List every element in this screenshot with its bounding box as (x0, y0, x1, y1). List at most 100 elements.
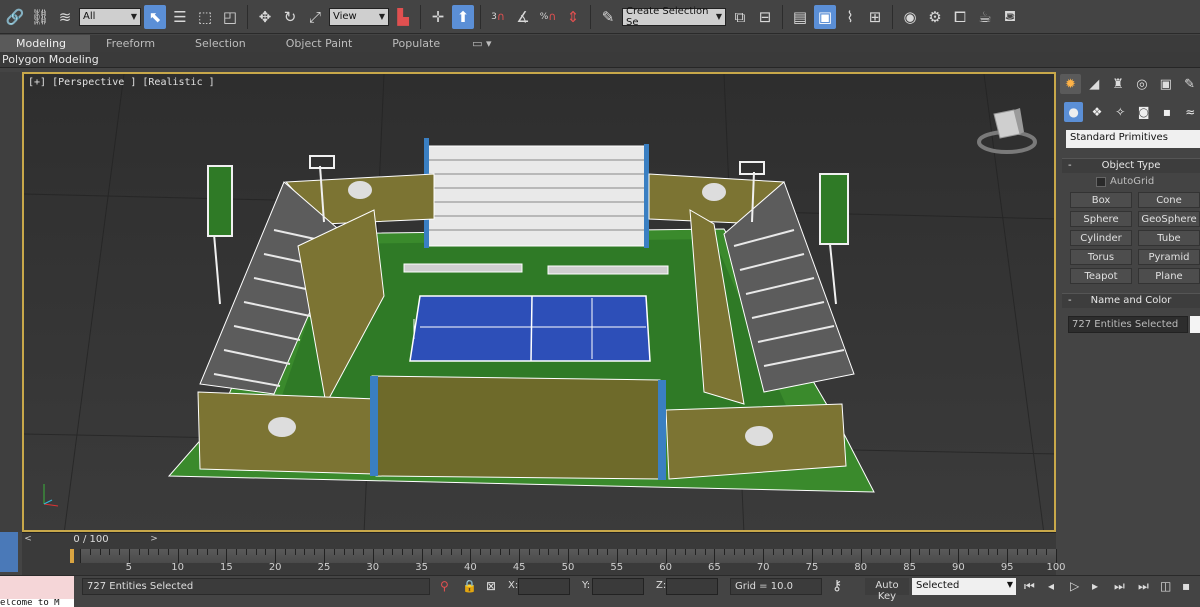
render-setup-icon[interactable]: ⚙ (924, 5, 946, 29)
perspective-viewport[interactable]: [+] [Perspective ] [Realistic ] (22, 72, 1056, 532)
curve-editor-icon[interactable]: ⌇ (839, 5, 861, 29)
primitive-type-dropdown[interactable]: Standard Primitives (1066, 130, 1200, 148)
material-editor-icon[interactable]: ◉ (899, 5, 921, 29)
time-configuration-icon[interactable]: ◫ (1160, 579, 1171, 593)
tab-populate[interactable]: Populate (376, 35, 464, 52)
unlink-icon[interactable]: ⛓ (29, 5, 51, 29)
time-slider-next[interactable]: > (148, 534, 160, 546)
go-to-start-icon[interactable]: ⏮ (1024, 579, 1035, 594)
previous-frame-icon[interactable]: ◂ (1048, 579, 1054, 593)
scale-icon[interactable]: ⤢ (304, 5, 326, 29)
modify-tab-icon[interactable]: ◢ (1084, 74, 1105, 94)
align-icon[interactable]: ⊟ (754, 5, 776, 29)
key-mode-icon[interactable]: ⏭ (1138, 579, 1149, 594)
geometry-icon[interactable]: ● (1064, 102, 1084, 122)
tube-button[interactable]: Tube (1138, 230, 1200, 246)
auto-key-button[interactable]: Auto Key (865, 578, 909, 602)
rotate-icon[interactable]: ↻ (279, 5, 301, 29)
key-filter-dropdown[interactable]: Selected ▼ (912, 578, 1016, 595)
pivot-center-icon[interactable]: ▙ (392, 5, 414, 29)
keyboard-shortcut-override-icon[interactable]: ⬆ (452, 4, 474, 29)
angle-snap-icon[interactable]: ∡ (512, 5, 534, 29)
schematic-view-icon[interactable]: ⊞ (864, 5, 886, 29)
percent-snap-icon[interactable]: % ∩ (537, 5, 559, 29)
next-frame-icon[interactable]: ▸ (1092, 579, 1098, 593)
more-playback-icon[interactable]: ▪ (1182, 579, 1190, 593)
transform-mode-icon[interactable]: ⊠ (486, 579, 496, 593)
box-button[interactable]: Box (1070, 192, 1132, 208)
time-slider-frame[interactable]: 0 / 100 (36, 533, 146, 547)
ribbon-options-icon[interactable]: ▭ ▾ (464, 35, 499, 52)
motion-tab-icon[interactable]: ◎ (1131, 74, 1152, 94)
rectangular-selection-icon[interactable]: ⬚ (194, 5, 216, 29)
viewport-label-menu[interactable]: [+] [Perspective ] [Realistic ] (28, 77, 215, 88)
tab-modeling[interactable]: Modeling (0, 35, 91, 52)
toggle-ribbon-icon[interactable]: ▣ (814, 4, 836, 29)
tab-object-paint[interactable]: Object Paint (270, 35, 377, 52)
window-crossing-icon[interactable]: ◰ (219, 5, 241, 29)
select-object-icon[interactable]: ⬉ (144, 4, 166, 29)
set-key-icon[interactable]: ⚷ (832, 578, 842, 594)
torus-button[interactable]: Torus (1070, 249, 1132, 265)
plane-button[interactable]: Plane (1138, 268, 1200, 284)
move-icon[interactable]: ✥ (254, 5, 276, 29)
mirror-icon[interactable]: ⧉ (729, 5, 751, 29)
select-manipulate-icon[interactable]: ✛ (427, 5, 449, 29)
shapes-icon[interactable]: ❖ (1087, 102, 1106, 122)
layer-explorer-icon[interactable]: ▤ (789, 5, 811, 29)
autogrid-toggle[interactable]: AutoGrid (1096, 176, 1154, 187)
autogrid-checkbox[interactable] (1096, 176, 1106, 187)
link-icon[interactable]: 🔗 (4, 5, 26, 29)
track-tick (109, 549, 111, 555)
geosphere-button[interactable]: GeoSphere (1138, 211, 1200, 227)
time-slider[interactable]: < 0 / 100 > (22, 532, 1056, 547)
tab-selection[interactable]: Selection (179, 35, 270, 52)
cone-button[interactable]: Cone (1138, 192, 1200, 208)
play-icon[interactable]: ▷ (1070, 579, 1079, 593)
maxscript-listener[interactable] (0, 576, 74, 600)
utilities-tab-icon[interactable]: ✎ (1179, 74, 1200, 94)
spinner-snap-icon[interactable]: ⇕ (562, 5, 584, 29)
cameras-icon[interactable]: ◙ (1134, 102, 1153, 122)
selection-filter-dropdown[interactable]: All ▼ (79, 7, 141, 26)
cylinder-button[interactable]: Cylinder (1070, 230, 1132, 246)
isolate-selection-icon[interactable]: ⚲ (440, 579, 449, 593)
helpers-icon[interactable]: ▪ (1157, 102, 1176, 122)
track-bar[interactable]: 5 10 15 20 25 30 35 40 45 50 55 60 65 70 75 80 85 90 95 100 (22, 547, 1066, 575)
reference-coordinate-dropdown[interactable]: View ▼ (329, 7, 389, 26)
tab-freeform[interactable]: Freeform (90, 35, 179, 52)
spacewarps-icon[interactable]: ≈ (1181, 102, 1200, 122)
render-production-icon[interactable]: ☕ (974, 5, 996, 29)
viewcube[interactable] (974, 102, 1040, 165)
object-type-rollout-header[interactable]: - Object Type (1062, 158, 1200, 173)
viewcube-icon[interactable] (974, 102, 1040, 162)
time-slider-prev[interactable]: < (22, 534, 34, 546)
teapot-button[interactable]: Teapot (1070, 268, 1132, 284)
z-coordinate-field[interactable] (666, 578, 718, 595)
track-strip[interactable] (70, 549, 1057, 563)
object-color-swatch[interactable] (1190, 316, 1200, 333)
go-to-end-icon[interactable]: ⏭ (1114, 579, 1125, 594)
select-by-name-icon[interactable]: ☰ (169, 5, 191, 29)
time-cursor[interactable] (70, 549, 74, 563)
maxscript-output[interactable]: elcome to M (0, 599, 74, 607)
bind-spacewarp-icon[interactable]: ≋ (54, 5, 76, 29)
lights-icon[interactable]: ✧ (1111, 102, 1130, 122)
x-coordinate-field[interactable] (518, 578, 570, 595)
polygon-modeling-label[interactable]: Polygon Modeling (2, 53, 99, 66)
name-and-color-rollout-header[interactable]: - Name and Color (1062, 293, 1200, 308)
hierarchy-tab-icon[interactable]: ♜ (1108, 74, 1129, 94)
object-name-field[interactable]: 727 Entities Selected (1068, 316, 1188, 333)
pyramid-button[interactable]: Pyramid (1138, 249, 1200, 265)
named-selection-dropdown[interactable]: Create Selection Se ▼ (622, 6, 726, 28)
snaps-toggle-icon[interactable]: 3 ∩ (487, 5, 509, 29)
rendered-frame-window-icon[interactable]: ⧠ (949, 5, 971, 29)
display-tab-icon[interactable]: ▣ (1155, 74, 1176, 94)
y-coordinate-field[interactable] (592, 578, 644, 595)
track-tick-label: 60 (659, 562, 672, 573)
edit-named-selection-icon[interactable]: ✎ (597, 5, 619, 29)
selection-lock-icon[interactable]: 🔒 (462, 579, 477, 593)
render-iterative-icon[interactable]: ⛾ (999, 5, 1021, 29)
sphere-button[interactable]: Sphere (1070, 211, 1132, 227)
create-tab-icon[interactable]: ✹ (1060, 74, 1081, 94)
